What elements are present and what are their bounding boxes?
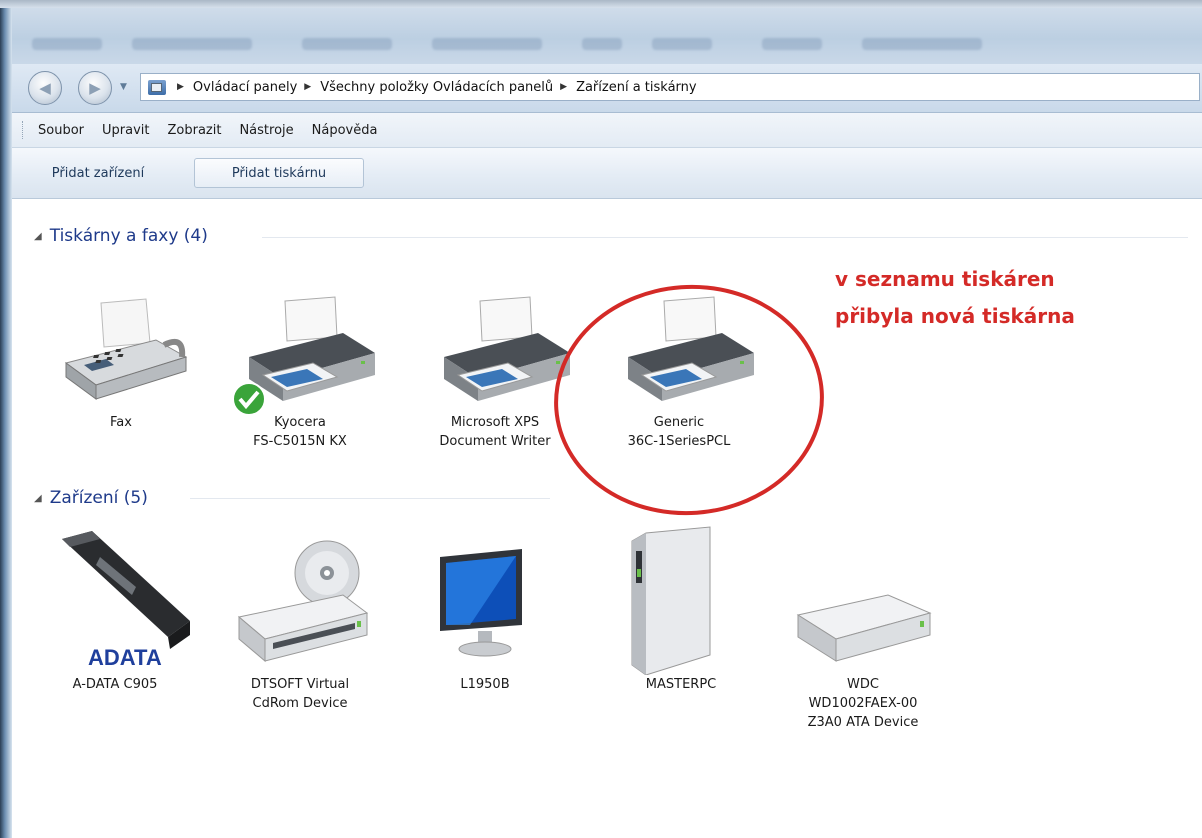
blurred-tab (652, 38, 712, 50)
blurred-tab (132, 38, 252, 50)
group-title-devices: Zařízení (5) (49, 488, 148, 508)
device-xps-writer[interactable]: Microsoft XPS Document Writer (420, 295, 570, 451)
device-virtual-cdrom[interactable]: DTSOFT Virtual CdRom Device (225, 525, 375, 713)
menu-bar: Soubor Upravit Zobrazit Nástroje Nápověd… (12, 113, 1202, 148)
device-fax[interactable]: Fax (46, 295, 196, 432)
annotation-line: přibyla nová tiskárna (835, 304, 1075, 328)
blurred-tab (32, 38, 102, 50)
blurred-tab (302, 38, 392, 50)
back-button[interactable]: ◀ (28, 71, 62, 105)
history-dropdown-icon[interactable]: ▼ (120, 82, 130, 92)
blurred-tab (582, 38, 622, 50)
cdrom-drive-icon (237, 540, 369, 663)
device-label: CdRom Device (252, 696, 348, 711)
collapse-triangle-icon[interactable]: ◢ (34, 493, 42, 504)
group-divider (190, 498, 550, 499)
device-label: WD1002FAEX-00 (808, 696, 918, 711)
device-label: FS-C5015N KX (253, 434, 347, 449)
control-panel-icon (148, 79, 166, 95)
monitor-icon (440, 549, 522, 657)
device-label: MASTERPC (645, 677, 717, 692)
menu-view[interactable]: Zobrazit (167, 123, 221, 138)
device-label: A-DATA C905 (72, 677, 158, 692)
device-label: DTSOFT Virtual (250, 677, 350, 692)
breadcrumb-control-panel[interactable]: Ovládací panely (193, 80, 297, 95)
usb-flash-drive-icon: ADATA (62, 531, 190, 670)
device-wdc-disk[interactable]: WDC WD1002FAEX-00 Z3A0 ATA Device (788, 525, 938, 732)
window-titlebar (12, 8, 1202, 65)
blurred-tab (862, 38, 982, 50)
address-bar: ◀ ▶ ▼ ▶ Ovládací panely ▶ Všechny položk… (12, 64, 1202, 113)
group-header-printers[interactable]: ◢ Tiskárny a faxy (4) (34, 223, 208, 249)
computer-tower-icon (631, 526, 711, 675)
add-printer-button[interactable]: Přidat tiskárnu (194, 158, 364, 188)
highlight-circle (546, 275, 832, 525)
group-header-devices[interactable]: ◢ Zařízení (5) (34, 485, 148, 511)
device-adata-flash[interactable]: ADATA A-DATA C905 (40, 525, 190, 694)
breadcrumb-arrow-icon[interactable]: ▶ (304, 82, 311, 92)
device-label: WDC (847, 677, 879, 692)
breadcrumb-arrow-icon[interactable]: ▶ (177, 82, 184, 92)
device-masterpc[interactable]: MASTERPC (606, 525, 756, 694)
window-left-edge (0, 0, 12, 838)
adata-logo: ADATA (88, 645, 162, 670)
printer-icon (444, 296, 570, 401)
device-label: Document Writer (439, 434, 551, 449)
device-monitor[interactable]: L1950B (410, 525, 560, 694)
device-label: Fax (110, 415, 132, 430)
annotation-note: v seznamu tiskáren přibyla nová tiskárna (835, 261, 1075, 335)
blurred-tab (432, 38, 542, 50)
forward-button[interactable]: ▶ (78, 71, 112, 105)
hard-drive-icon (796, 594, 932, 662)
breadcrumb-all-items[interactable]: Všechny položky Ovládacích panelů (320, 80, 553, 95)
device-label: Z3A0 ATA Device (807, 715, 919, 730)
menu-file[interactable]: Soubor (38, 123, 84, 138)
breadcrumb-arrow-icon[interactable]: ▶ (560, 82, 567, 92)
menu-edit[interactable]: Upravit (102, 123, 149, 138)
breadcrumb-devices-printers[interactable]: Zařízení a tiskárny (576, 80, 697, 95)
address-field[interactable]: ▶ Ovládací panely ▶ Všechny položky Ovlá… (140, 73, 1200, 101)
default-checkmark-icon (232, 382, 266, 416)
group-title-printers: Tiskárny a faxy (4) (49, 226, 208, 246)
group-divider (262, 237, 1188, 238)
menu-tools[interactable]: Nástroje (239, 123, 293, 138)
blurred-tab (762, 38, 822, 50)
menu-grip (22, 121, 26, 139)
fax-icon (64, 298, 188, 400)
annotation-line: v seznamu tiskáren (835, 267, 1055, 291)
device-label: Microsoft XPS (450, 415, 540, 430)
menu-help[interactable]: Nápověda (312, 123, 378, 138)
device-label: L1950B (460, 677, 510, 692)
command-bar: Přidat zařízení Přidat tiskárnu (12, 148, 1202, 199)
add-device-button[interactable]: Přidat zařízení (38, 158, 158, 188)
device-kyocera-printer[interactable]: Kyocera FS-C5015N KX (225, 295, 375, 451)
window-top-strip (0, 0, 1202, 8)
collapse-triangle-icon[interactable]: ◢ (34, 231, 42, 242)
